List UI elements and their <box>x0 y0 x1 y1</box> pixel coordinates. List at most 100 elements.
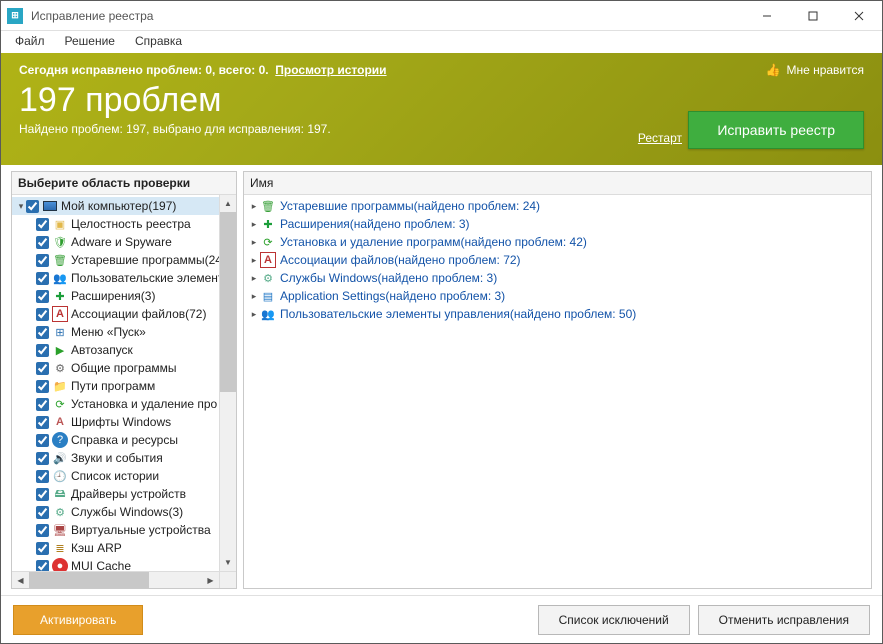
tree-item[interactable]: ▣Целостность реестра <box>12 215 236 233</box>
tree-item-checkbox[interactable] <box>36 254 49 267</box>
result-row[interactable]: ▸👥Пользовательские элементы управления(н… <box>248 305 867 323</box>
scroll-track[interactable] <box>220 392 236 554</box>
result-row[interactable]: ▸✚Расширения(найдено проблем: 3) <box>248 215 867 233</box>
scan-areas-tree[interactable]: ▾Мой компьютер(197)▣Целостность реестра🛡… <box>12 195 236 588</box>
scroll-down-icon[interactable]: ▼ <box>220 554 236 571</box>
tree-item-checkbox[interactable] <box>36 542 49 555</box>
collapse-icon[interactable]: ▾ <box>16 201 26 212</box>
tree-item[interactable]: ▶Автозапуск <box>12 341 236 359</box>
tree-item-checkbox[interactable] <box>36 506 49 519</box>
tree-item-checkbox[interactable] <box>36 416 49 429</box>
scroll-right-icon[interactable]: ▶ <box>202 572 219 588</box>
hscroll-thumb[interactable] <box>29 572 149 588</box>
window-title: Исправление реестра <box>31 9 153 23</box>
tree-item-checkbox[interactable] <box>36 380 49 393</box>
scroll-thumb[interactable] <box>220 212 236 392</box>
result-link[interactable]: Устаревшие программы(найдено проблем: 24… <box>280 199 540 213</box>
results-list[interactable]: ▸🗑Устаревшие программы(найдено проблем: … <box>244 195 871 588</box>
tree-item-checkbox[interactable] <box>36 470 49 483</box>
horizontal-scrollbar[interactable]: ◀ ▶ <box>12 571 219 588</box>
fix-registry-button[interactable]: Исправить реестр <box>688 111 864 149</box>
tree-root[interactable]: ▾Мой компьютер(197) <box>12 197 236 215</box>
tree-item[interactable]: 📁Пути программ <box>12 377 236 395</box>
tree-item-label: Adware и Spyware <box>71 235 172 249</box>
history-link[interactable]: Просмотр истории <box>275 63 386 77</box>
result-link[interactable]: Ассоциации файлов(найдено проблем: 72) <box>280 253 521 267</box>
menu-solution[interactable]: Решение <box>55 32 125 50</box>
tree-item-checkbox[interactable] <box>36 362 49 375</box>
tree-item[interactable]: AШрифты Windows <box>12 413 236 431</box>
tree-item-checkbox[interactable] <box>36 434 49 447</box>
menu-file[interactable]: Файл <box>5 32 55 50</box>
exclusions-button[interactable]: Список исключений <box>538 605 690 635</box>
tree-item-checkbox[interactable] <box>36 272 49 285</box>
tree-item[interactable]: AАссоциации файлов(72) <box>12 305 236 323</box>
tree-item[interactable]: ✚Расширения(3) <box>12 287 236 305</box>
expand-icon[interactable]: ▸ <box>248 309 260 320</box>
minimize-button[interactable] <box>744 1 790 31</box>
tree-item[interactable]: ⟳Установка и удаление про <box>12 395 236 413</box>
tree-item-checkbox[interactable] <box>36 398 49 411</box>
hscroll-track[interactable] <box>149 572 202 588</box>
result-link[interactable]: Пользовательские элементы управления(най… <box>280 307 636 321</box>
tree-item-checkbox[interactable] <box>36 524 49 537</box>
arp-icon: ≣ <box>52 540 68 556</box>
maximize-button[interactable] <box>790 1 836 31</box>
expand-icon[interactable]: ▸ <box>248 255 260 266</box>
tree-item-checkbox[interactable] <box>36 488 49 501</box>
vertical-scrollbar[interactable]: ▲ ▼ <box>219 195 236 571</box>
restart-link[interactable]: Рестарт <box>638 131 682 145</box>
tree-item-checkbox[interactable] <box>36 290 49 303</box>
tree-item-checkbox[interactable] <box>36 344 49 357</box>
results-header: Имя <box>244 172 871 195</box>
scroll-corner <box>219 571 236 588</box>
tree-item[interactable]: ≣Кэш ARP <box>12 539 236 557</box>
menubar: Файл Решение Справка <box>1 31 882 53</box>
result-link[interactable]: Application Settings(найдено проблем: 3) <box>280 289 505 303</box>
tree-item-checkbox[interactable] <box>36 326 49 339</box>
cancel-fixes-button[interactable]: Отменить исправления <box>698 605 870 635</box>
tree-item-checkbox[interactable] <box>36 218 49 231</box>
expand-icon[interactable]: ▸ <box>248 201 260 212</box>
tree-item-label: Пользовательские элементы <box>71 271 232 285</box>
tree-item[interactable]: ⊞Меню «Пуск» <box>12 323 236 341</box>
expand-icon[interactable]: ▸ <box>248 273 260 284</box>
scroll-up-icon[interactable]: ▲ <box>220 195 236 212</box>
expand-icon[interactable]: ▸ <box>248 291 260 302</box>
tree-item-checkbox[interactable] <box>36 308 49 321</box>
tree-item[interactable]: 🗑Устаревшие программы(24) <box>12 251 236 269</box>
expand-icon[interactable]: ▸ <box>248 219 260 230</box>
close-button[interactable] <box>836 1 882 31</box>
tree-item[interactable]: 🔊Звуки и события <box>12 449 236 467</box>
footer: Активировать Список исключений Отменить … <box>1 595 882 643</box>
app-icon: ⊞ <box>7 8 23 24</box>
svc-icon: ⚙ <box>260 270 276 286</box>
topline-text: Сегодня исправлено проблем: 0, всего: 0. <box>19 63 269 77</box>
result-row[interactable]: ▸AАссоциации файлов(найдено проблем: 72) <box>248 251 867 269</box>
result-link[interactable]: Установка и удаление программ(найдено пр… <box>280 235 587 249</box>
tree-item[interactable]: ⚙Общие программы <box>12 359 236 377</box>
result-row[interactable]: ▸▤Application Settings(найдено проблем: … <box>248 287 867 305</box>
result-row[interactable]: ▸⚙ Службы Windows(найдено проблем: 3) <box>248 269 867 287</box>
result-row[interactable]: ▸🗑Устаревшие программы(найдено проблем: … <box>248 197 867 215</box>
tree-item-checkbox[interactable] <box>36 236 49 249</box>
svc-icon: ⚙ <box>52 504 68 520</box>
result-row[interactable]: ▸⟳Установка и удаление программ(найдено … <box>248 233 867 251</box>
tree-item-checkbox[interactable] <box>36 452 49 465</box>
like-button[interactable]: 👍 Мне нравится <box>766 63 865 77</box>
expand-icon[interactable]: ▸ <box>248 237 260 248</box>
result-link[interactable]: Службы Windows(найдено проблем: 3) <box>280 271 497 285</box>
tree-item[interactable]: 👥Пользовательские элементы <box>12 269 236 287</box>
tree-item[interactable]: ?Справка и ресурсы <box>12 431 236 449</box>
tree-item[interactable]: 🖴Драйверы устройств <box>12 485 236 503</box>
scroll-left-icon[interactable]: ◀ <box>12 572 29 588</box>
result-link[interactable]: Расширения(найдено проблем: 3) <box>280 217 470 231</box>
tree-root-checkbox[interactable] <box>26 200 39 213</box>
tree-item[interactable]: 🛡Adware и Spyware <box>12 233 236 251</box>
tree-item[interactable]: 🕘Список истории <box>12 467 236 485</box>
tree-item[interactable]: 🖥Виртуальные устройства <box>12 521 236 539</box>
menu-help[interactable]: Справка <box>125 32 192 50</box>
tree-item[interactable]: ⚙Службы Windows(3) <box>12 503 236 521</box>
activate-button[interactable]: Активировать <box>13 605 143 635</box>
clock-icon: 🕘 <box>52 468 68 484</box>
